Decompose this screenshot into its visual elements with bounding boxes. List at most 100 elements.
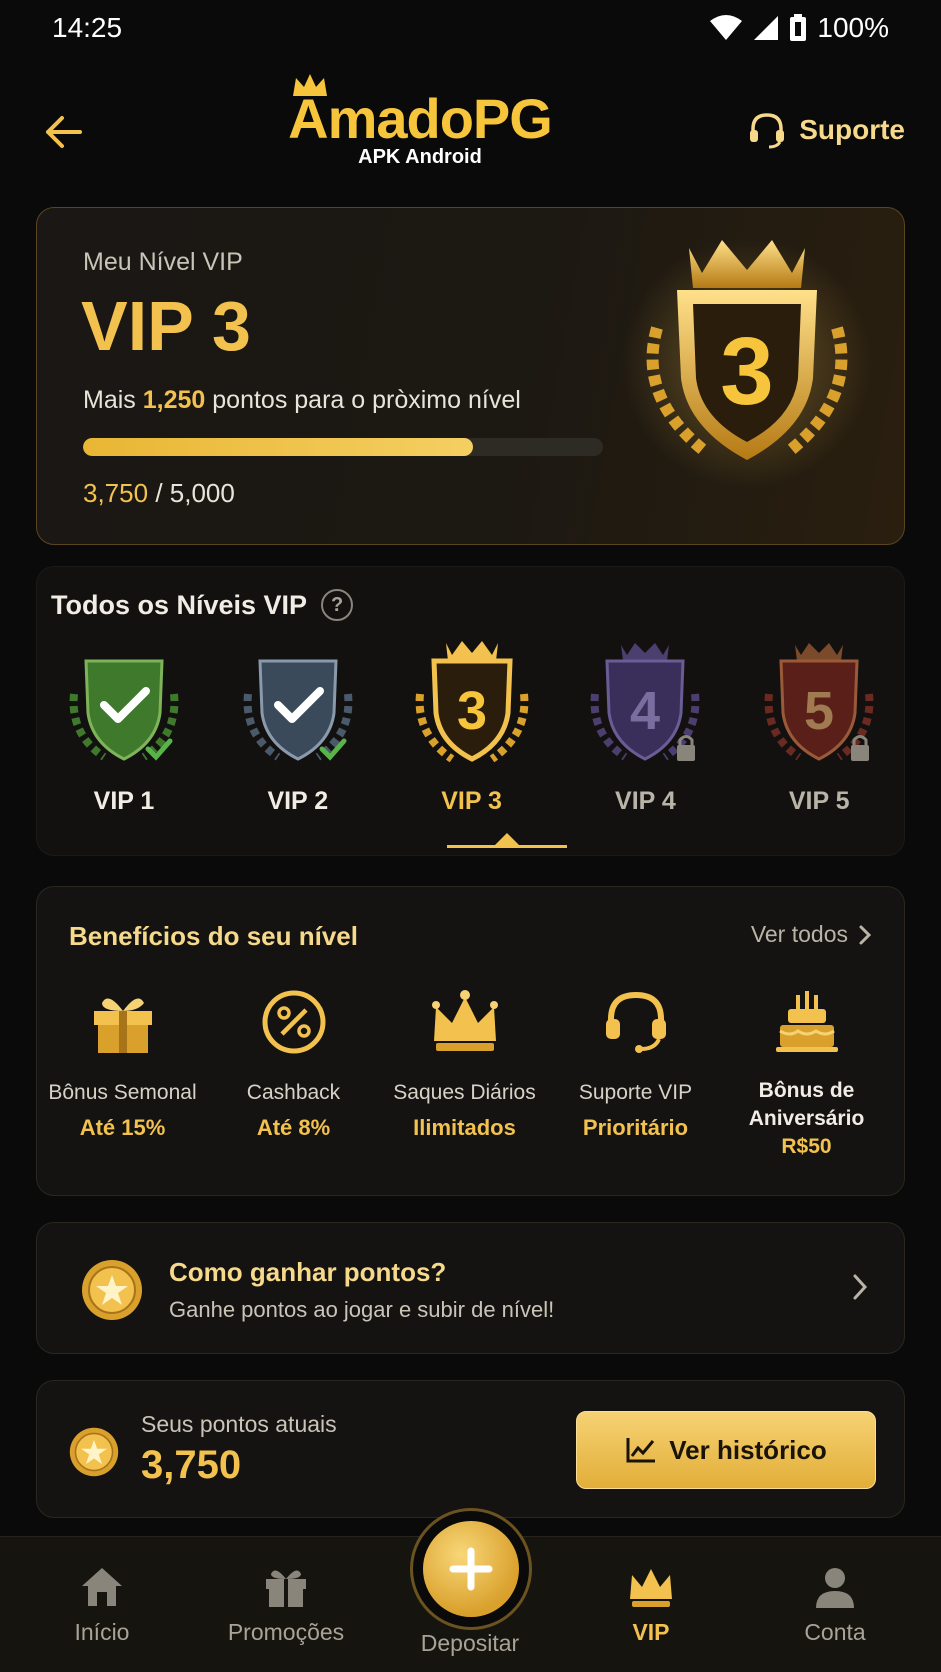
home-icon [82,1568,122,1606]
nav-deposit-label: Depositar [420,1630,520,1656]
next-level-text: Mais 1,250 pontos para o pròximo nível [83,386,521,415]
chevron-right-icon [859,925,872,944]
vip-score-separator: / [155,478,163,508]
support-label: Suporte [799,114,905,145]
gift-icon [266,1570,306,1607]
check-shield-icon [69,659,179,761]
nav-label: Início [74,1619,130,1645]
level-item-vip-5[interactable]: 5 VIP 5 [732,639,906,839]
headset-icon [750,113,785,149]
lock-shield-icon: 4 [590,643,700,761]
back-button[interactable] [36,104,92,160]
all-levels-card: Todos os Níveis VIP ? VIP 1 VIP 2 3 VIP … [36,566,905,856]
benefit-vip-support[interactable]: Suporte VIP Prioritário [550,987,721,1159]
vip-level-value: VIP 3 [81,287,251,365]
deposit-button-inner [423,1521,519,1617]
crown-shield-icon: 3 [415,641,528,763]
lock-shield-icon: 5 [764,643,874,761]
nav-label: VIP [632,1619,670,1645]
current-points-card: Seus pontos atuais 3,750 Ver histórico [36,1380,905,1518]
level-number: 5 [804,681,834,741]
current-points-value: 3,750 [141,1443,242,1487]
see-all-benefits-link[interactable]: Ver todos [751,921,872,948]
arrow-left-icon [46,116,82,148]
current-points-label: Seus pontos atuais [141,1411,337,1437]
crown-icon [431,990,498,1051]
deposit-button[interactable] [410,1508,532,1630]
nav-vip[interactable]: VIP [576,1537,726,1672]
level-name: VIP 1 [93,787,155,815]
how-to-earn-title: Como ganhar pontos? [169,1257,447,1287]
nav-label: Promoções [227,1619,345,1645]
levels-header: Todos os Níveis VIP ? [51,589,354,621]
vip-score-current: 3,750 [83,478,149,508]
star-coin-icon [82,1260,142,1320]
nav-label: Conta [804,1619,866,1645]
brand-logo: AmadoPG APK Android [270,72,570,169]
plus-icon [449,1547,493,1591]
level-item-vip-3[interactable]: 3 VIP 3 [385,639,559,839]
level-item-vip-4[interactable]: 4 VIP 4 [558,639,732,839]
crown-icon [293,74,327,96]
benefit-birthday-bonus[interactable]: Bônus de Aniversário R$50 [721,987,892,1159]
level-item-vip-1[interactable]: VIP 1 [37,639,211,839]
benefits-card: Benefícios do seu nível Ver todos Bônus … [36,886,905,1196]
levels-row: VIP 1 VIP 2 3 VIP 3 4 VIP 4 5 VIP 5 [37,639,906,839]
headset-icon [605,991,666,1053]
how-to-earn-card[interactable]: Como ganhar pontos? Ganhe pontos ao joga… [36,1222,905,1354]
vip-3-badge-icon: 3 [622,238,872,488]
signal-icon [754,16,779,40]
app-header: AmadoPG APK Android Suporte [0,64,941,184]
battery-icon [790,14,807,41]
vip-level-label: Meu Nível VIP [83,248,243,276]
benefit-value: Até 8% [256,1115,331,1140]
person-icon [816,1568,854,1608]
level-number: 3 [457,681,487,741]
next-level-suffix: pontos para o pròximo nível [212,386,521,414]
level-number: 4 [630,681,660,741]
benefit-name: Suporte VIP [578,1081,693,1104]
wifi-icon [710,15,743,40]
benefit-value: Prioritário [582,1115,689,1140]
nav-home[interactable]: Início [27,1537,177,1672]
view-history-button[interactable]: Ver histórico [576,1411,876,1489]
status-time: 14:25 [52,12,123,43]
level-name: VIP 3 [441,787,502,815]
chevron-right-icon [853,1274,868,1300]
help-icon[interactable]: ? [321,589,354,621]
benefit-daily-withdrawals[interactable]: Saques Diários Ilimitados [379,987,550,1159]
nav-account[interactable]: Conta [760,1537,910,1672]
active-level-caret [495,833,519,845]
view-history-label: Ver histórico [669,1434,827,1465]
gift-icon [93,998,152,1053]
benefit-value: R$50 [781,1135,832,1158]
benefit-name: Saques Diários [393,1081,536,1104]
cake-icon [775,991,838,1052]
level-name: VIP 5 [788,787,850,815]
benefit-name: Bônus de Aniversário [748,1079,865,1130]
benefits-row: Bônus Semonal Até 15% Cashback Até 8% Sa… [37,987,906,1159]
status-bar: 14:25 100% [0,0,941,54]
nav-promotions[interactable]: Promoções [211,1537,361,1672]
vip-level-card: Meu Nível VIP VIP 3 Mais 1,250 pontos pa… [36,207,905,545]
vip-score-target: 5,000 [169,478,235,508]
support-button[interactable]: Suporte [747,110,905,150]
levels-title: Todos os Níveis VIP [51,589,308,620]
vip-badge-number: 3 [720,318,773,425]
level-item-vip-2[interactable]: VIP 2 [211,639,385,839]
status-icons: 100% [709,12,889,44]
benefit-cashback[interactable]: Cashback Até 8% [208,987,379,1159]
level-name: VIP 4 [615,787,676,815]
battery-level: 100% [817,12,889,43]
star-coin-icon [69,1427,119,1477]
benefit-weekly-bonus[interactable]: Bônus Semonal Até 15% [37,987,208,1159]
next-level-prefix: Mais [83,386,136,414]
next-level-points: 1,250 [142,386,206,414]
benefits-title: Benefícios do seu nível [69,921,358,951]
vip-score: 3,750 / 5,000 [83,478,235,509]
benefit-name: Bônus Semonal [48,1081,197,1104]
crown-icon [630,1569,672,1607]
percent-icon [262,990,325,1054]
check-shield-icon [243,659,353,761]
vip-progress-bar [83,438,603,456]
